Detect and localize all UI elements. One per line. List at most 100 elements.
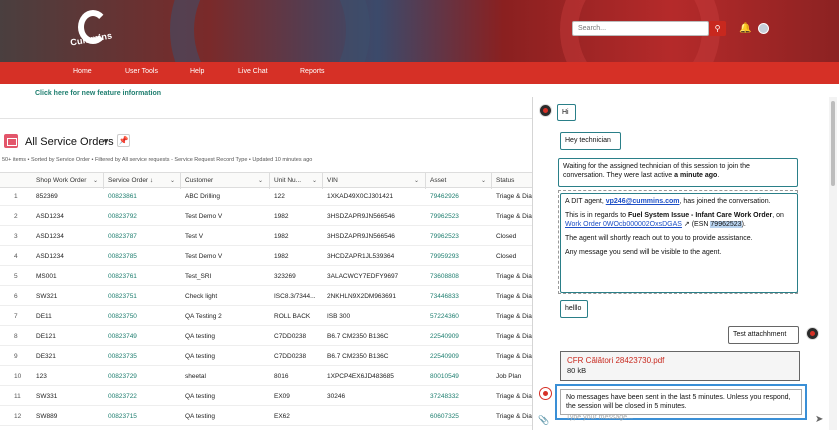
asset-link[interactable]: 60607325 bbox=[430, 413, 459, 420]
table-row[interactable]: 1 852369 00823861 ABC Drilling 122 1XKAD49X0C… bbox=[0, 188, 536, 206]
chevron-down-icon[interactable]: ⌄ bbox=[312, 177, 317, 184]
customer-cell: QA testing bbox=[185, 413, 215, 420]
status-cell: Triage & Diag bbox=[496, 213, 536, 220]
asset-link[interactable]: 73608808 bbox=[430, 273, 459, 280]
chevron-down-icon[interactable]: ⌄ bbox=[481, 177, 486, 184]
table-header: Shop Work Order ⌄ Service Order ↓ ⌄ Cust… bbox=[0, 172, 532, 189]
chat-message-input[interactable]: Type your message... bbox=[540, 414, 810, 428]
main-navbar: Home User Tools Help Live Chat Reports bbox=[0, 62, 839, 84]
attachment-card[interactable]: CFR Călători 28423730.pdf 80 kB bbox=[560, 351, 800, 381]
row-number-cell: 9 bbox=[14, 353, 18, 360]
column-vin[interactable]: VIN bbox=[327, 177, 338, 184]
nav-reports[interactable]: Reports bbox=[300, 68, 325, 75]
table-row[interactable]: 9 DE321 00823735 QA testing C7DD0238 B6.7 CM2… bbox=[0, 348, 536, 366]
cummins-logo[interactable]: Cummins bbox=[69, 10, 118, 50]
user-avatar bbox=[806, 327, 819, 340]
shop-work-order-cell: ASD1234 bbox=[36, 213, 64, 220]
send-icon[interactable]: ➤ bbox=[815, 414, 823, 425]
vin-cell: 2NKHLN9X2DM963691 bbox=[327, 293, 397, 300]
chevron-down-icon[interactable]: ⌄ bbox=[414, 177, 419, 184]
row-number-cell: 8 bbox=[14, 333, 18, 340]
asset-link[interactable]: 79962523 bbox=[430, 233, 459, 240]
nav-home[interactable]: Home bbox=[73, 68, 92, 75]
table-row[interactable]: 12 SW889 00823715 QA testing EX62 60607325 Tri… bbox=[0, 408, 536, 426]
unit-number-cell: 1982 bbox=[274, 213, 289, 220]
service-order-link[interactable]: 00823722 bbox=[108, 393, 137, 400]
column-shop-work-order[interactable]: Shop Work Order bbox=[36, 177, 86, 184]
table-row[interactable]: 10 123 00823729 sheetal 8016 1XPCP4EX6JD48368… bbox=[0, 368, 532, 386]
service-order-link[interactable]: 00823787 bbox=[108, 233, 137, 240]
column-status[interactable]: Status bbox=[496, 177, 514, 184]
row-number-cell: 2 bbox=[14, 213, 18, 220]
column-asset[interactable]: Asset bbox=[430, 177, 446, 184]
work-order-link[interactable]: Work Order 0WOcb000002OxsDGAS bbox=[565, 221, 682, 228]
shop-work-order-cell: DE11 bbox=[36, 313, 52, 320]
chevron-down-icon[interactable]: ⌄ bbox=[258, 177, 263, 184]
table-row[interactable]: 5 MS001 00823761 Test_SRI 323269 3ALACWCY7EDF… bbox=[0, 268, 536, 286]
nav-live-chat[interactable]: Live Chat bbox=[238, 68, 268, 75]
search-icon[interactable]: ⚲ bbox=[709, 21, 726, 36]
attachment-size: 80 kB bbox=[567, 366, 587, 375]
bot-avatar bbox=[539, 387, 552, 400]
asset-link[interactable]: 79462926 bbox=[430, 193, 459, 200]
status-cell: Closed bbox=[496, 253, 517, 260]
asset-link[interactable]: 80010549 bbox=[430, 373, 459, 380]
shop-work-order-cell: ASD1234 bbox=[36, 253, 64, 260]
service-order-link[interactable]: 00823729 bbox=[108, 373, 137, 380]
bell-icon[interactable]: 🔔 bbox=[739, 23, 751, 34]
chat-message: Waiting for the assigned technician of t… bbox=[558, 158, 798, 187]
nav-help[interactable]: Help bbox=[190, 68, 204, 75]
customer-cell: QA Testing 2 bbox=[185, 313, 222, 320]
nav-user-tools[interactable]: User Tools bbox=[125, 68, 158, 75]
asset-link[interactable]: 37248332 bbox=[430, 393, 459, 400]
table-row[interactable]: 6 SW321 00823751 Check light ISC8.3/7344... 2… bbox=[0, 288, 536, 306]
chevron-down-icon[interactable]: ⌄ bbox=[170, 177, 175, 184]
service-order-link[interactable]: 00823861 bbox=[108, 193, 137, 200]
pin-icon[interactable]: 📌 bbox=[117, 134, 130, 147]
table-row[interactable]: 8 DE121 00823749 QA testing C7DD0238 B6.7 CM2… bbox=[0, 328, 536, 346]
asset-link[interactable]: 79959293 bbox=[430, 253, 459, 260]
table-row[interactable]: 4 ASD1234 00823785 Test Demo V 1982 3HCDZAPR1… bbox=[0, 248, 532, 266]
asset-link[interactable]: 57224360 bbox=[430, 313, 459, 320]
header-banner: Cummins Search... ⚲ 🔔 bbox=[0, 0, 839, 62]
agent-avatar bbox=[539, 104, 552, 117]
asset-link[interactable]: 79962523 bbox=[430, 213, 459, 220]
avatar[interactable] bbox=[758, 23, 769, 34]
vin-cell: 30246 bbox=[327, 393, 346, 400]
asset-link[interactable]: 22540909 bbox=[430, 353, 459, 360]
service-order-link[interactable]: 00823785 bbox=[108, 253, 137, 260]
search-input[interactable]: Search... bbox=[572, 21, 709, 36]
service-order-link[interactable]: 00823761 bbox=[108, 273, 137, 280]
service-order-link[interactable]: 00823792 bbox=[108, 213, 137, 220]
service-order-link[interactable]: 00823750 bbox=[108, 313, 137, 320]
asset-link[interactable]: 22540909 bbox=[430, 333, 459, 340]
service-order-link[interactable]: 00823735 bbox=[108, 353, 137, 360]
list-view-title[interactable]: All Service Orders bbox=[25, 136, 114, 148]
column-unit-number[interactable]: Unit Nu... bbox=[274, 177, 301, 184]
table-row[interactable]: 3 ASD1234 00823787 Test V 1982 3HSDZAPR9JN566… bbox=[0, 228, 532, 246]
chat-message-dit-agent: A DIT agent, vp246@cummins.com, has join… bbox=[560, 193, 798, 293]
service-order-link[interactable]: 00823751 bbox=[108, 293, 137, 300]
service-order-link[interactable]: 00823749 bbox=[108, 333, 137, 340]
row-number-cell: 11 bbox=[14, 393, 21, 400]
customer-cell: Test Demo V bbox=[185, 213, 223, 220]
row-number-cell: 12 bbox=[14, 413, 22, 420]
row-number-cell: 6 bbox=[14, 293, 18, 300]
agent-email-link[interactable]: vp246@cummins.com bbox=[606, 198, 680, 205]
service-order-link[interactable]: 00823715 bbox=[108, 413, 137, 420]
table-row[interactable]: 2 ASD1234 00823792 Test Demo V 1982 3HSDZAPR9… bbox=[0, 208, 536, 226]
vin-cell: B6.7 CM2350 B136C bbox=[327, 333, 389, 340]
unit-number-cell: C7DD0238 bbox=[274, 333, 307, 340]
table-row[interactable]: 7 DE11 00823750 QA Testing 2 ROLL BACK ISB 30… bbox=[0, 308, 536, 326]
chevron-down-icon[interactable]: ▼ bbox=[102, 137, 110, 146]
column-service-order[interactable]: Service Order ↓ bbox=[108, 177, 153, 184]
table-row[interactable]: 11 SW331 00823722 QA testing EX09 30246 372483… bbox=[0, 388, 536, 406]
column-customer[interactable]: Customer bbox=[185, 177, 213, 184]
chevron-down-icon[interactable]: ⌄ bbox=[93, 177, 98, 184]
esn-highlight: 79962523 bbox=[710, 221, 742, 228]
chat-scrollbar[interactable] bbox=[829, 97, 837, 430]
customer-cell: Test V bbox=[185, 233, 204, 240]
attachment-filename[interactable]: CFR Călători 28423730.pdf bbox=[567, 356, 793, 365]
new-feature-link[interactable]: Click here for new feature information bbox=[35, 90, 161, 97]
asset-link[interactable]: 73446833 bbox=[430, 293, 459, 300]
